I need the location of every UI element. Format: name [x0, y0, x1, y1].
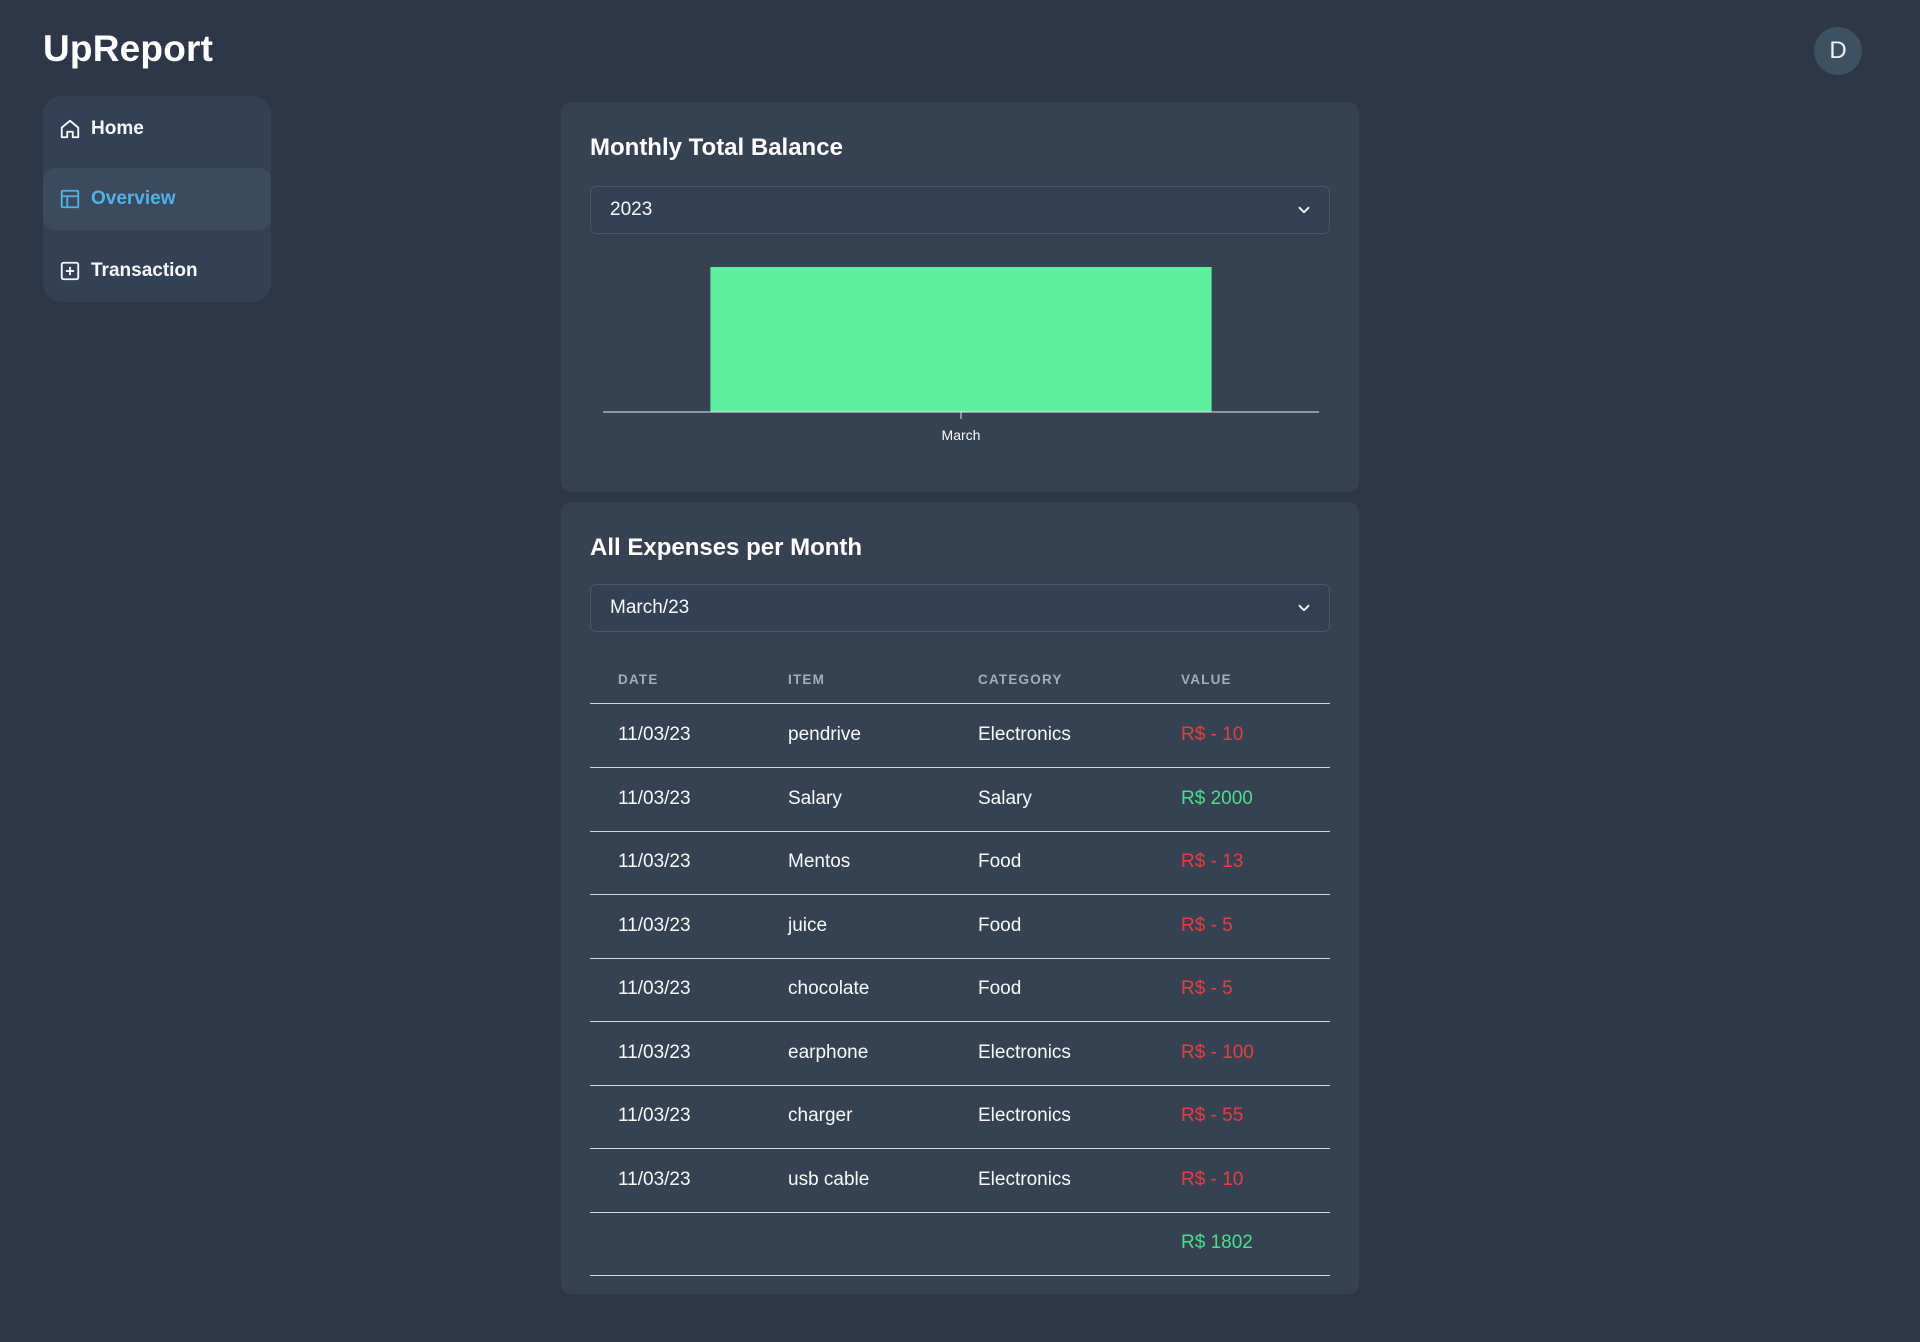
column-header-category: CATEGORY	[978, 672, 1063, 687]
cell-category: Food	[978, 851, 1022, 872]
table-row: 11/03/23 charger Electronics R$ - 55	[590, 1085, 1330, 1149]
total-value: R$ 1802	[1181, 1232, 1253, 1253]
cell-value: R$ - 55	[1181, 1105, 1244, 1126]
cell-date: 11/03/23	[618, 978, 691, 999]
column-header-value: VALUE	[1181, 672, 1232, 687]
cell-value: R$ - 5	[1181, 914, 1233, 936]
cell-item: pendrive	[788, 724, 861, 745]
cell-value: R$ - 13	[1181, 851, 1244, 872]
cell-date: 11/03/23	[618, 851, 691, 872]
cell-value: R$ - 10	[1181, 724, 1244, 745]
table-row: 11/03/23 chocolate Food R$ - 5	[590, 958, 1330, 1022]
table-row: 11/03/23 earphone Electronics R$ - 100	[590, 1022, 1330, 1086]
sidebar-item-label: Overview	[91, 188, 176, 209]
cell-item: Salary	[788, 787, 842, 809]
table-row: 11/03/23 juice Food R$ - 5	[590, 895, 1330, 959]
sidebar-item-overview[interactable]: Overview	[43, 168, 271, 230]
card-title: Monthly Total Balance	[590, 134, 843, 161]
sidebar: Home Overview Transaction	[43, 96, 271, 302]
cell-item: Mentos	[788, 851, 851, 872]
cell-date: 11/03/23	[618, 1105, 691, 1126]
cell-date: 11/03/23	[618, 1168, 691, 1190]
cell-date: 11/03/23	[618, 914, 691, 936]
chart-bar-march[interactable]	[710, 267, 1212, 412]
app-title: UpReport	[43, 28, 214, 69]
select-value: 2023	[610, 199, 653, 220]
cell-item: charger	[788, 1105, 853, 1126]
chevron-down-icon	[1298, 206, 1310, 214]
balance-card: Monthly Total Balance 2023 March	[561, 102, 1359, 492]
year-select[interactable]: 2023	[590, 186, 1330, 234]
sidebar-item-transaction[interactable]: Transaction	[43, 240, 271, 302]
chart-tick-label: March	[942, 427, 981, 443]
cell-category: Electronics	[978, 724, 1071, 745]
layout-icon	[59, 188, 81, 210]
table-row: 11/03/23 Salary Salary R$ 2000	[590, 768, 1330, 832]
cell-value: R$ - 10	[1181, 1168, 1244, 1190]
balance-chart: March	[603, 267, 1319, 443]
cell-date: 11/03/23	[618, 724, 691, 745]
sidebar-item-label: Home	[91, 118, 144, 139]
cell-category: Salary	[978, 787, 1032, 809]
table-total-row: R$ 1802	[590, 1212, 1330, 1276]
sidebar-item-label: Transaction	[91, 260, 198, 281]
table-header: DATE ITEM CATEGORY VALUE	[590, 646, 1330, 704]
column-header-date: DATE	[618, 672, 659, 687]
select-value: March/23	[610, 597, 690, 618]
cell-date: 11/03/23	[618, 1041, 691, 1063]
plus-square-icon	[59, 260, 81, 282]
home-icon	[59, 118, 81, 140]
month-select[interactable]: March/23	[590, 584, 1330, 632]
chevron-down-icon	[1298, 604, 1310, 612]
expenses-card: All Expenses per Month March/23 DATE ITE…	[561, 502, 1359, 1294]
cell-value: R$ - 5	[1181, 978, 1233, 999]
column-header-item: ITEM	[788, 672, 826, 687]
cell-category: Electronics	[978, 1105, 1071, 1126]
avatar[interactable]: D	[1814, 27, 1862, 75]
cell-category: Electronics	[978, 1041, 1071, 1063]
cell-item: chocolate	[788, 978, 870, 999]
cell-item: usb cable	[788, 1168, 870, 1190]
table-row: 11/03/23 pendrive Electronics R$ - 10	[590, 704, 1330, 768]
sidebar-item-home[interactable]: Home	[43, 98, 271, 160]
table-row: 11/03/23 Mentos Food R$ - 13	[590, 831, 1330, 895]
cell-value: R$ - 100	[1181, 1041, 1254, 1063]
cell-category: Food	[978, 914, 1022, 936]
cell-date: 11/03/23	[618, 787, 691, 809]
card-title: All Expenses per Month	[590, 534, 863, 561]
cell-category: Electronics	[978, 1168, 1071, 1190]
cell-category: Food	[978, 978, 1022, 999]
cell-value: R$ 2000	[1181, 787, 1253, 809]
table-row: 11/03/23 usb cable Electronics R$ - 10	[590, 1149, 1330, 1213]
cell-item: earphone	[788, 1041, 869, 1063]
cell-item: juice	[788, 914, 828, 936]
